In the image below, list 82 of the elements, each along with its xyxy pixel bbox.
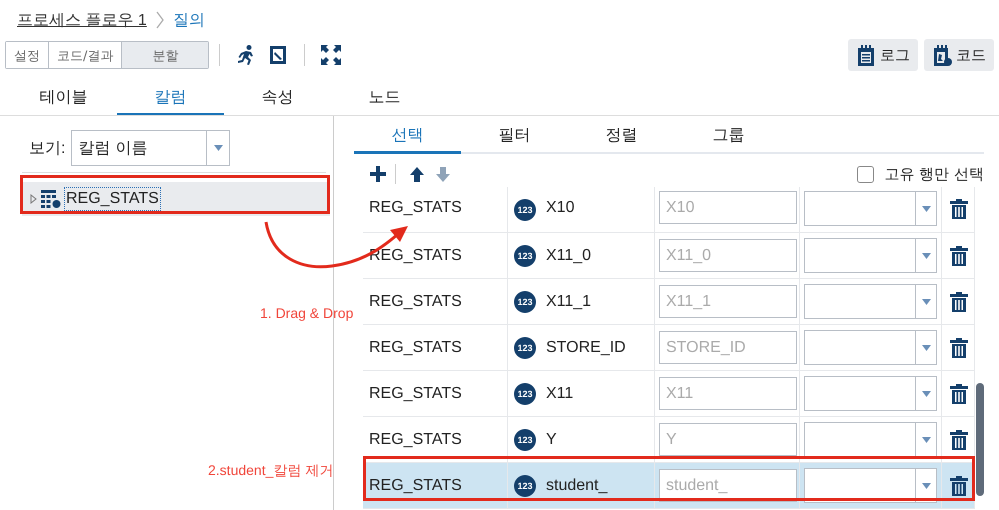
caret-icon	[922, 436, 930, 442]
table-cell: REG_STATS	[363, 279, 508, 324]
table-row[interactable]: REG_STATS 123 X11_0 X11_0	[363, 233, 975, 279]
move-down-icon[interactable]	[434, 165, 452, 183]
alias-field[interactable]: student_	[659, 469, 797, 502]
column-name: X10	[546, 199, 574, 217]
notepad-icon	[932, 44, 952, 66]
alias-field[interactable]: Y	[659, 423, 797, 456]
table-icon	[41, 190, 61, 208]
table-row[interactable]: REG_STATS 123 X11_1 X11_1	[363, 279, 975, 325]
table-row[interactable]: REG_STATS 123 Y Y	[363, 417, 975, 463]
code-button[interactable]: 코드	[924, 39, 994, 71]
table-row[interactable]: REG_STATS 123 STORE_ID STORE_ID	[363, 325, 975, 371]
trash-icon[interactable]	[950, 292, 968, 312]
chevron-icon	[154, 11, 165, 29]
trash-icon[interactable]	[950, 199, 968, 219]
caret-icon	[214, 145, 223, 151]
annotation-text: 1. Drag & Drop	[260, 305, 354, 321]
tab[interactable]: 그룹	[675, 119, 782, 154]
caret-icon	[922, 482, 930, 488]
breadcrumb-current: 질의	[172, 10, 205, 30]
trash-icon[interactable]	[950, 338, 968, 358]
tab[interactable]: 칼럼	[117, 82, 224, 115]
table-cell: REG_STATS	[363, 417, 508, 462]
move-up-icon[interactable]	[408, 165, 426, 183]
alias-field[interactable]: STORE_ID	[659, 331, 797, 364]
column-name: STORE_ID	[546, 338, 626, 356]
alias-field[interactable]: X11_0	[659, 239, 797, 272]
notepad-icon	[856, 44, 876, 66]
column-name: X11	[546, 384, 574, 402]
format-dropdown[interactable]	[804, 468, 937, 503]
alias-field[interactable]: X10	[659, 191, 797, 224]
column-name: student_	[546, 476, 608, 494]
tab[interactable]: 선택	[354, 119, 461, 154]
view-dropdown[interactable]: 칼럼 이름	[71, 130, 230, 166]
caret-icon	[922, 206, 930, 212]
tab[interactable]: 속성	[224, 82, 331, 115]
format-dropdown[interactable]	[804, 422, 937, 457]
table-row[interactable]: REG_STATS 123 X11 X11	[363, 371, 975, 417]
trash-icon[interactable]	[950, 246, 968, 266]
log-button[interactable]: 로그	[848, 39, 918, 71]
table-cell: REG_STATS	[363, 371, 508, 416]
tree-item-label: REG_STATS	[65, 188, 160, 210]
checkbox-label: 고유 행만 선택	[884, 164, 984, 184]
expand-arrow-icon	[30, 194, 37, 204]
view-mode-button[interactable]: 분할	[122, 42, 208, 68]
numeric-type-icon: 123	[514, 290, 536, 312]
trash-icon[interactable]	[950, 476, 968, 496]
numeric-type-icon: 123	[514, 336, 536, 358]
table-cell: REG_STATS	[363, 463, 508, 508]
caret-icon	[922, 344, 930, 350]
view-mode-button[interactable]: 설정	[6, 42, 49, 68]
numeric-type-icon: 123	[514, 382, 536, 404]
numeric-type-icon: 123	[514, 428, 536, 450]
column-name: X11_1	[546, 292, 592, 310]
table-row[interactable]: REG_STATS 123 X10 X10	[363, 187, 975, 233]
annotation-text: 2.student_칼럼 제거	[208, 462, 334, 480]
tab[interactable]: 필터	[461, 119, 568, 154]
table-row[interactable]: REG_STATS 123 student_ student_	[363, 463, 975, 509]
tab[interactable]: 테이블	[10, 82, 117, 115]
scrollbar[interactable]	[976, 383, 984, 496]
add-icon[interactable]	[369, 165, 387, 183]
trash-icon[interactable]	[950, 430, 968, 450]
view-label: 보기:	[28, 138, 66, 158]
alias-field[interactable]: X11	[659, 377, 797, 410]
caret-icon	[922, 390, 930, 396]
alias-field[interactable]: X11_1	[659, 285, 797, 318]
breadcrumb-link[interactable]: 프로세스 플로우 1	[17, 10, 147, 30]
tab[interactable]: 노드	[331, 82, 438, 115]
tab[interactable]: 정렬	[568, 119, 675, 154]
table-cell: REG_STATS	[363, 325, 508, 370]
trash-icon[interactable]	[950, 384, 968, 404]
expand-icon[interactable]	[320, 44, 342, 66]
tree-item[interactable]: REG_STATS	[22, 182, 330, 216]
numeric-type-icon: 123	[514, 474, 536, 496]
column-name: X11_0	[546, 246, 592, 264]
numeric-type-icon: 123	[514, 244, 536, 266]
numeric-type-icon: 123	[514, 199, 536, 221]
column-name: Y	[546, 430, 557, 448]
checkbox[interactable]	[857, 166, 874, 182]
caret-icon	[922, 298, 930, 304]
caret-icon	[922, 252, 930, 258]
